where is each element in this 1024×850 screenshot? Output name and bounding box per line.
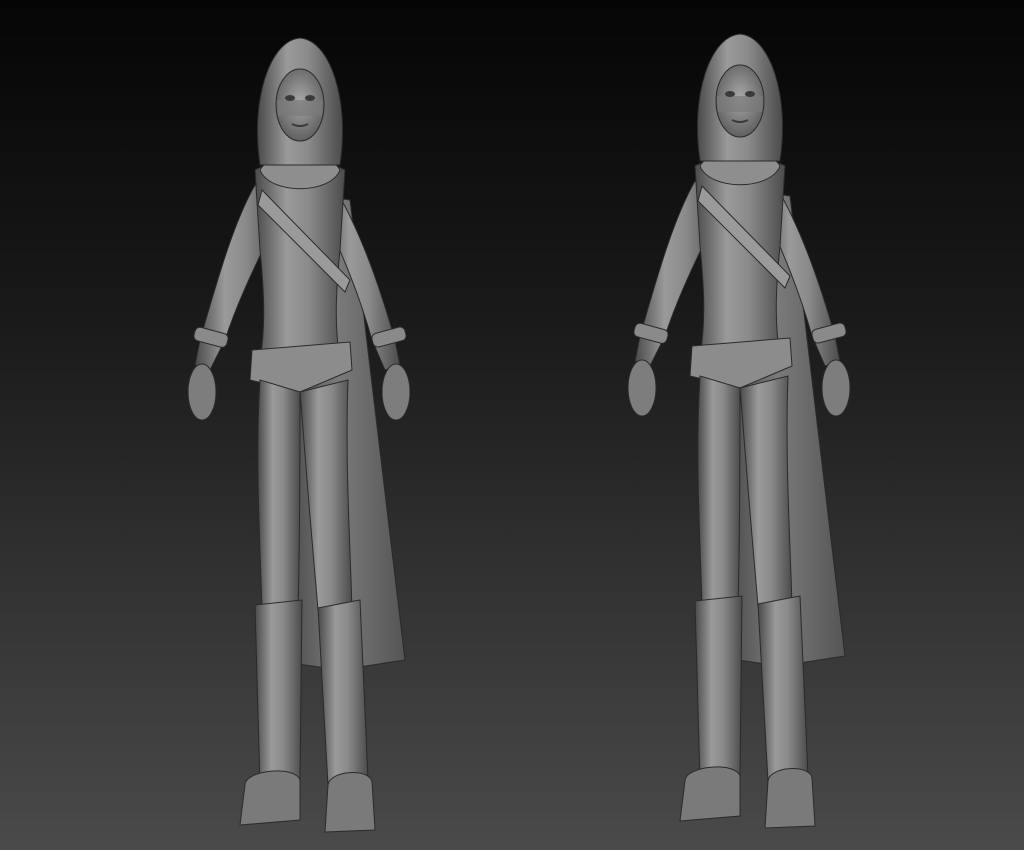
sculpt-right[interactable] — [627, 33, 851, 829]
scene-canvas — [187, 33, 851, 833]
sculpt-viewport[interactable] — [0, 0, 1024, 850]
sculpt-left[interactable] — [187, 37, 411, 833]
